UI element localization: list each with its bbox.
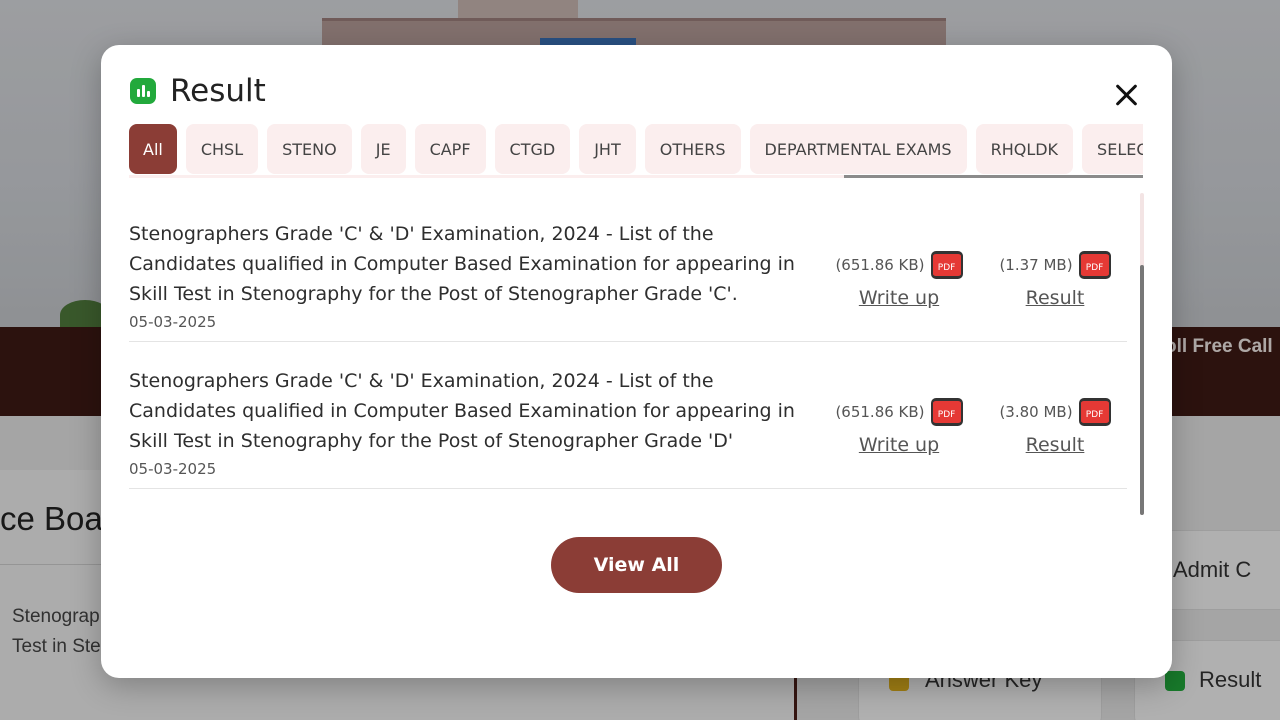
view-all-button[interactable]: View All (551, 537, 722, 593)
item-title: Stenographers Grade 'C' & 'D' Examinatio… (129, 223, 795, 305)
file-size: (1.37 MB) (999, 256, 1073, 274)
writeup-download: (651.86 KB) PDF Write up (835, 398, 963, 456)
tab-ctgd[interactable]: CTGD (494, 124, 571, 174)
list-item: Stenographers Grade 'C' & 'D' Examinatio… (129, 195, 1127, 342)
file-size: (651.86 KB) (835, 403, 925, 421)
result-link[interactable]: Result (997, 434, 1113, 456)
result-list: Stenographers Grade 'C' & 'D' Examinatio… (129, 195, 1127, 489)
item-title: Stenographers Grade 'C' & 'D' Examinatio… (129, 370, 795, 452)
result-download: (1.37 MB) PDF Result (997, 251, 1113, 309)
tab-capf[interactable]: CAPF (414, 124, 486, 174)
category-tabs: All CHSL STENO JE CAPF CTGD JHT OTHERS DEPARTMEN… (129, 124, 1143, 178)
close-icon[interactable] (1114, 82, 1140, 108)
writeup-link[interactable]: Write up (835, 434, 963, 456)
tab-selection-post[interactable]: SELECTION POST (1082, 124, 1143, 174)
tab-steno[interactable]: STENO (267, 124, 352, 174)
tab-rhqldk[interactable]: RHQLDK (975, 124, 1074, 174)
item-date: 05-03-2025 (129, 460, 217, 478)
modal-header: Result (130, 73, 266, 109)
writeup-download: (651.86 KB) PDF Write up (835, 251, 963, 309)
tab-jht[interactable]: JHT (579, 124, 636, 174)
pdf-icon[interactable]: PDF (1078, 251, 1111, 279)
modal-title: Result (170, 73, 266, 109)
pdf-icon[interactable]: PDF (930, 251, 963, 279)
tab-je[interactable]: JE (360, 124, 406, 174)
result-download: (3.80 MB) PDF Result (997, 398, 1113, 456)
result-link[interactable]: Result (997, 287, 1113, 309)
file-size: (651.86 KB) (835, 256, 925, 274)
pdf-icon[interactable]: PDF (1078, 398, 1111, 426)
file-size: (3.80 MB) (999, 403, 1073, 421)
bar-chart-icon (130, 78, 156, 104)
writeup-link[interactable]: Write up (835, 287, 963, 309)
tab-chsl[interactable]: CHSL (185, 124, 259, 174)
item-date: 05-03-2025 (129, 313, 217, 331)
result-modal: Result All CHSL STENO JE CAPF CTGD JHT OTHERS DE… (101, 45, 1172, 678)
tab-others[interactable]: OTHERS (644, 124, 741, 174)
tab-departmental-exams[interactable]: DEPARTMENTAL EXAMS (749, 124, 967, 174)
pdf-icon[interactable]: PDF (930, 398, 963, 426)
list-scrollbar-thumb[interactable] (1140, 265, 1144, 515)
tab-all[interactable]: All (129, 124, 177, 174)
list-item: Stenographers Grade 'C' & 'D' Examinatio… (129, 342, 1127, 489)
tabs-scrollbar-thumb[interactable] (844, 175, 1143, 178)
